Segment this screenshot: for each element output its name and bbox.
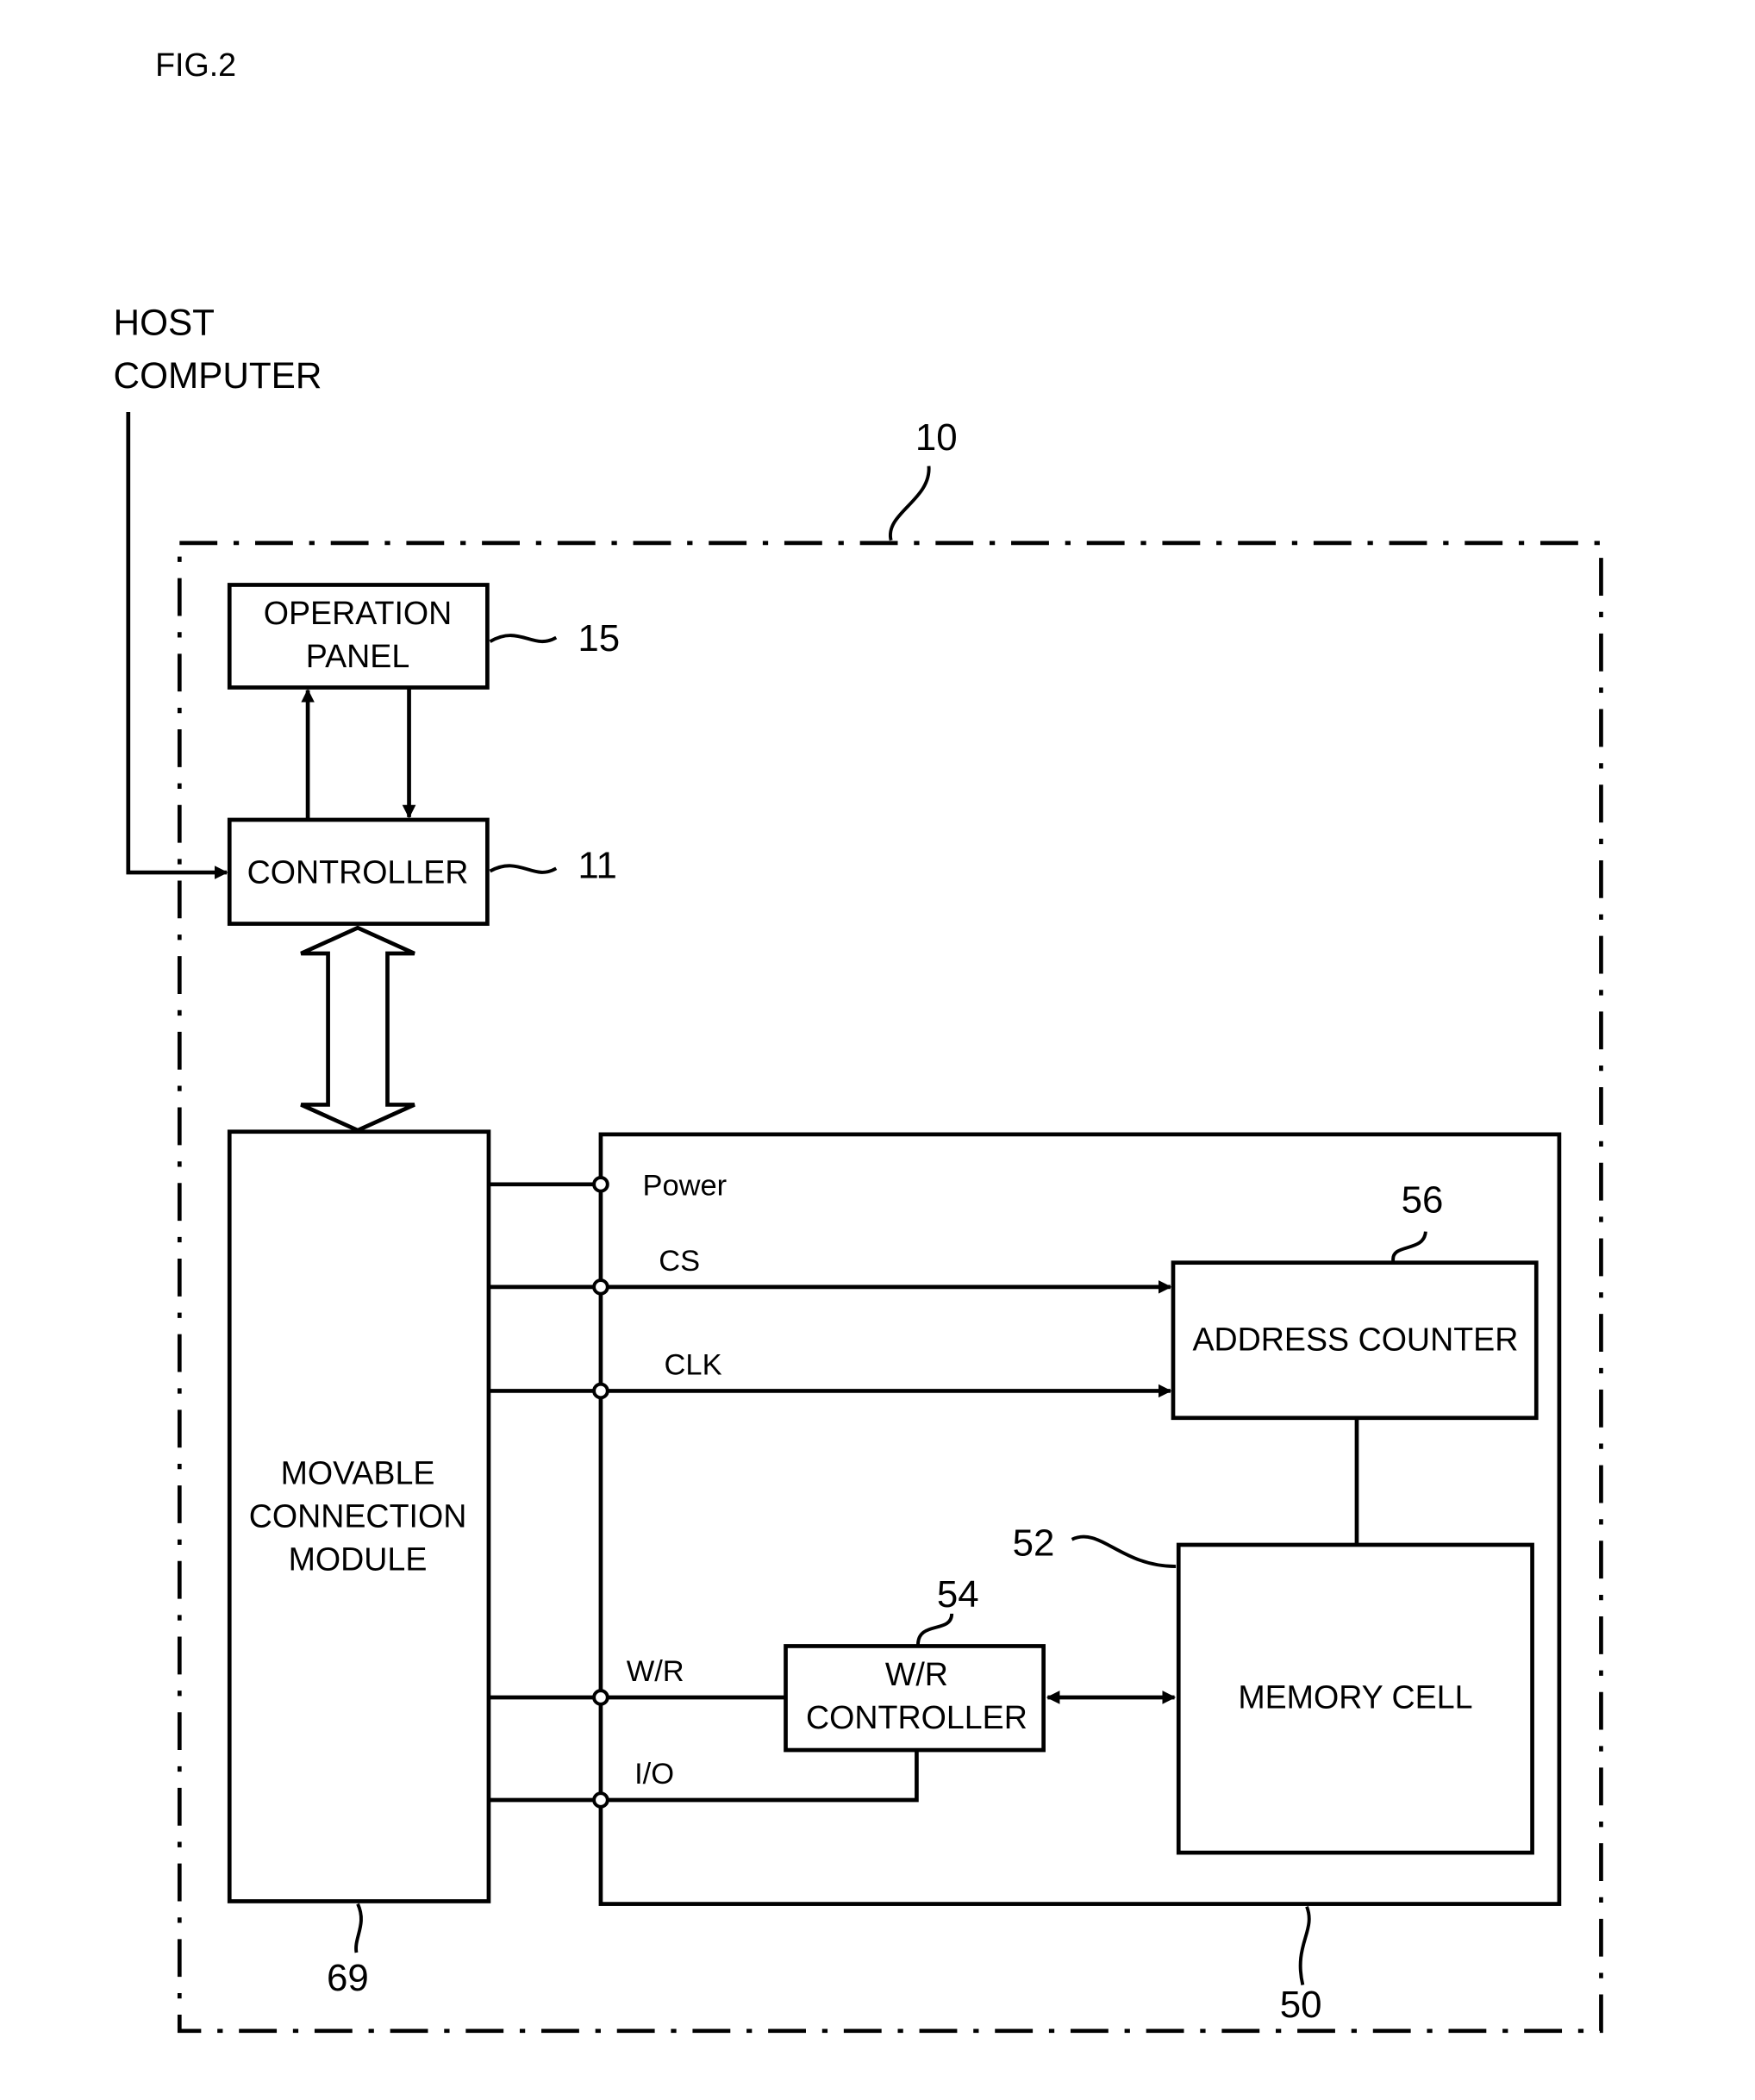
- memory-cell-ref: 52: [1013, 1522, 1055, 1565]
- wr-controller-ref: 54: [937, 1573, 979, 1616]
- cs-signal-label: CS: [659, 1245, 700, 1278]
- host-to-controller-line: [126, 411, 228, 879]
- address-counter-ref: 56: [1402, 1179, 1444, 1222]
- device-ref-leader: [888, 466, 931, 541]
- clk-signal-label: CLK: [665, 1349, 722, 1382]
- memory-unit-ref: 50: [1280, 1984, 1322, 2026]
- wr-signal-label: W/R: [627, 1655, 684, 1688]
- mcm-ref-leader: [354, 1903, 363, 1953]
- power-terminal: [592, 1176, 609, 1193]
- clk-terminal: [592, 1382, 609, 1400]
- controller-label: CONTROLLER: [247, 854, 469, 891]
- address-counter-label: ADDRESS COUNTER: [1192, 1321, 1518, 1357]
- wr-controller-label-1: W/R: [885, 1656, 948, 1692]
- memory-cell-label: MEMORY CELL: [1238, 1679, 1472, 1716]
- wr-terminal: [592, 1689, 609, 1706]
- address-counter-ref-leader: [1391, 1231, 1427, 1262]
- bidirectional-bus-arrow: [300, 925, 415, 1133]
- operation-panel-label-2: PANEL: [306, 638, 409, 674]
- block-diagram: FIG.2 HOST COMPUTER 10 OPERATION PANEL 1…: [114, 47, 1603, 2034]
- operation-panel-label-1: OPERATION: [264, 595, 453, 631]
- io-line: [488, 1750, 919, 1803]
- memory-unit-ref-leader: [1298, 1906, 1311, 1986]
- mcm-label-3: MODULE: [289, 1541, 428, 1578]
- io-signal-label: I/O: [634, 1758, 674, 1791]
- figure-title: FIG.2: [155, 47, 236, 83]
- io-terminal: [592, 1791, 609, 1809]
- mcm-ref: 69: [327, 1957, 369, 1999]
- device-ref: 10: [915, 416, 958, 459]
- mcm-label-1: MOVABLE: [281, 1455, 435, 1491]
- host-computer-label-line1: HOST: [114, 303, 215, 343]
- power-signal-label: Power: [642, 1169, 727, 1202]
- controller-ref: 11: [578, 844, 617, 886]
- wr-controller-label-2: CONTROLLER: [806, 1699, 1027, 1735]
- controller-ref-leader: [489, 864, 558, 874]
- cs-terminal: [592, 1278, 609, 1296]
- memory-cell-ref-leader: [1071, 1534, 1177, 1569]
- operation-panel-ref: 15: [578, 617, 620, 659]
- mcm-label-2: CONNECTION: [249, 1498, 467, 1534]
- operation-panel-ref-leader: [489, 634, 558, 643]
- wr-controller-ref-leader: [916, 1613, 954, 1646]
- host-computer-label-line2: COMPUTER: [114, 355, 322, 396]
